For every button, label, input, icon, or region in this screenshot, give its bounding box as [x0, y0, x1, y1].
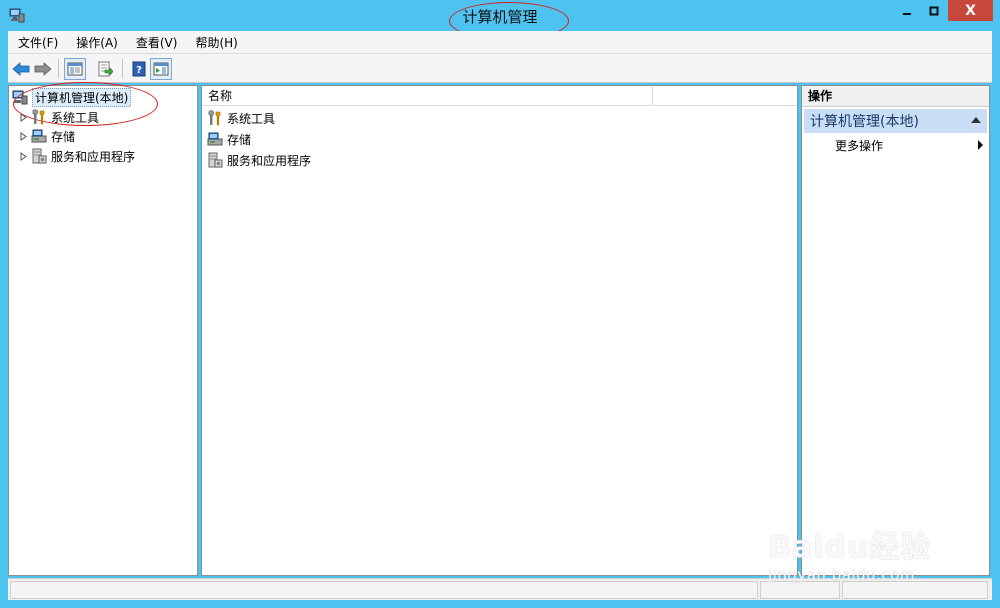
- expand-arrow-icon[interactable]: [18, 112, 28, 122]
- minimize-icon: [902, 12, 911, 15]
- show-hide-action-pane-button[interactable]: [150, 58, 172, 80]
- list-item-label: 系统工具: [227, 111, 276, 126]
- tree-item-system-tools[interactable]: 系统工具: [18, 108, 99, 126]
- storage-icon: [31, 128, 47, 144]
- show-hide-action-pane-icon: [153, 62, 169, 76]
- tree-item-label: 存储: [51, 129, 76, 144]
- watermark-main: Baidu经验: [768, 530, 932, 565]
- list-item-label: 服务和应用程序: [227, 153, 312, 168]
- baidu-watermark: Baidu经验 jingyan.baidu.com: [768, 522, 931, 584]
- status-segment: [10, 581, 758, 599]
- services-apps-icon: [31, 148, 47, 164]
- submenu-arrow-icon: [978, 140, 983, 150]
- collapse-arrow-icon[interactable]: [971, 117, 981, 123]
- expand-arrow-icon[interactable]: [18, 131, 28, 141]
- tree-item-storage[interactable]: 存储: [18, 127, 75, 145]
- list-item-storage[interactable]: 存储: [207, 129, 251, 149]
- maximize-button[interactable]: [921, 0, 947, 21]
- export-list-icon: [98, 61, 113, 77]
- menu-view[interactable]: 查看(V): [126, 34, 186, 51]
- list-item-services-apps[interactable]: 服务和应用程序: [207, 150, 311, 170]
- computer-management-window: 计算机管理 X 文件(F) 操作(A) 查看(V) 帮助(H) ? 计算机管理(…: [0, 0, 1000, 608]
- more-actions-label: 更多操作: [835, 138, 884, 153]
- close-icon: X: [965, 2, 976, 19]
- help-icon: ?: [132, 61, 146, 77]
- column-header-name[interactable]: 名称: [202, 86, 653, 106]
- console-tree-pane: 计算机管理(本地) 系统工具 存储 服务和应用程序: [8, 82, 198, 576]
- back-arrow-icon: [12, 62, 30, 76]
- expand-arrow-icon[interactable]: [18, 151, 28, 161]
- list-item-system-tools[interactable]: 系统工具: [207, 108, 275, 128]
- toolbar-separator: [58, 59, 59, 78]
- menu-help[interactable]: 帮助(H): [185, 34, 245, 51]
- storage-icon: [207, 131, 223, 147]
- tree-item-label: 服务和应用程序: [51, 149, 136, 164]
- close-button[interactable]: X: [948, 0, 993, 21]
- maximize-icon: [929, 6, 939, 15]
- back-button[interactable]: [10, 58, 32, 80]
- tree-item-services-apps[interactable]: 服务和应用程序: [18, 147, 135, 165]
- show-hide-console-tree-button[interactable]: [64, 58, 86, 80]
- forward-arrow-icon: [34, 62, 52, 76]
- more-actions-item[interactable]: 更多操作: [835, 136, 985, 154]
- system-tools-icon: [207, 110, 223, 126]
- menu-action[interactable]: 操作(A): [66, 34, 126, 51]
- tree-item-label: 系统工具: [51, 110, 100, 125]
- minimize-button[interactable]: [893, 0, 920, 21]
- column-header-filler: [653, 86, 797, 106]
- title-bar[interactable]: 计算机管理 X: [0, 0, 1000, 40]
- system-tools-icon: [31, 109, 47, 125]
- watermark-sub: jingyan.baidu.com: [768, 566, 915, 584]
- menu-bar: 文件(F) 操作(A) 查看(V) 帮助(H): [8, 31, 992, 53]
- toolbar-separator: [122, 59, 123, 78]
- action-section-title: 计算机管理(本地): [810, 114, 919, 130]
- action-pane-header: 操作: [802, 86, 989, 107]
- list-item-label: 存储: [227, 132, 252, 147]
- forward-button[interactable]: [32, 58, 54, 80]
- menu-file[interactable]: 文件(F): [8, 34, 66, 51]
- toolbar: ?: [8, 53, 992, 83]
- services-apps-icon: [207, 152, 223, 168]
- results-list-pane: 名称 系统工具 存储 服务和应用程序: [201, 85, 798, 576]
- action-section-header[interactable]: 计算机管理(本地): [804, 109, 987, 133]
- svg-text:?: ?: [136, 65, 142, 76]
- action-pane: 操作 计算机管理(本地) 更多操作: [801, 85, 990, 576]
- export-list-button[interactable]: [94, 58, 116, 80]
- show-hide-console-tree-icon: [67, 62, 83, 76]
- help-button[interactable]: ?: [128, 58, 150, 80]
